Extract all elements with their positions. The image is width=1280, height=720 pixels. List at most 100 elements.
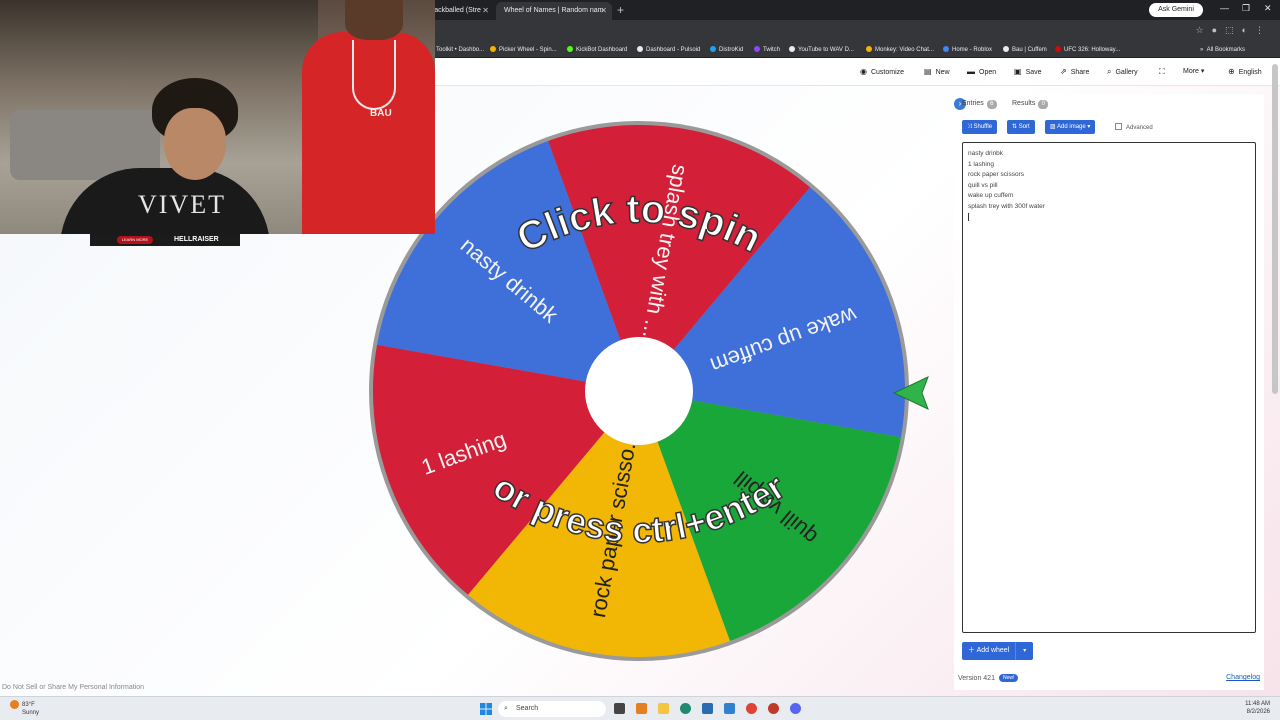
bookmark-item[interactable]: Picker Wheel - Spin... (490, 44, 557, 56)
bookmark-item[interactable]: Twitch (754, 44, 780, 56)
app-icon[interactable] (724, 703, 735, 714)
close-tab-icon[interactable]: ✕ (482, 2, 489, 20)
text-caret (968, 213, 969, 221)
entries-count-badge: 6 (986, 100, 997, 109)
ask-gemini-button[interactable]: Ask Gemini (1149, 3, 1203, 17)
bookmark-item[interactable]: UFC 326: Holloway... (1055, 44, 1120, 56)
version-label: Version 421 New! (958, 674, 1019, 682)
twitch-icon (754, 46, 760, 52)
new-badge: New! (998, 674, 1019, 682)
close-window-icon[interactable]: ✕ (1264, 3, 1272, 14)
list-item: nasty drinbk (968, 150, 1004, 157)
sort-button[interactable]: ⇅ Sort (1007, 120, 1035, 134)
shirt-text: VIVET (138, 190, 226, 219)
wheel-center-hub[interactable] (585, 337, 693, 445)
save-button[interactable]: ▣ Save (1014, 58, 1042, 87)
new-button[interactable]: ▤ New (924, 58, 950, 87)
do-not-sell-link[interactable]: Do Not Sell or Share My Personal Informa… (2, 684, 144, 691)
list-item: rock paper scissors (968, 171, 1024, 178)
app-icon[interactable] (702, 703, 713, 714)
taskbar-search[interactable]: ⌕ Search (498, 701, 606, 717)
learn-more-button[interactable]: LEARN MORE (117, 236, 153, 244)
page-scrollbar[interactable] (1272, 64, 1278, 394)
windows-taskbar: 83°F Sunny ⌕ Search 11:48 AM 8/2/2026 (0, 696, 1280, 720)
add-wheel-button[interactable]: ＋ Add wheel ▾ (962, 642, 1034, 660)
bookmark-icon (567, 46, 573, 52)
chrome-icon[interactable] (746, 703, 757, 714)
bookmark-icon (710, 46, 716, 52)
bookmark-icon (637, 46, 643, 52)
new-tab-icon[interactable]: + (617, 2, 624, 18)
chevron-down-icon: ▾ (1087, 124, 1091, 130)
search-icon: ⌕ (1107, 67, 1112, 76)
pendant-text: BAU (370, 108, 392, 119)
app-icon[interactable] (768, 703, 779, 714)
bookmark-item[interactable]: Toolkit • Dashbo... (436, 44, 484, 56)
ad-banner[interactable]: LEARN MORE HELLRAISER (90, 234, 240, 246)
globe-icon: ⊕ (1228, 67, 1235, 76)
windows-start-icon[interactable] (480, 703, 492, 715)
sort-icon: ⇅ (1012, 124, 1018, 130)
bookmark-icon (490, 46, 496, 52)
tab-results[interactable]: Results 0 (1012, 98, 1049, 110)
share-icon: ⇗ (1060, 67, 1067, 76)
fullscreen-icon: ⛶ (1159, 67, 1165, 76)
bookmark-item[interactable]: Home - Roblox (943, 44, 992, 56)
ad-brand: HELLRAISER (174, 236, 219, 243)
list-item: splash trey with 300f water (968, 202, 1045, 210)
bookmark-item[interactable]: DistroKid (710, 44, 743, 56)
add-image-button[interactable]: ▨ Add image ▾ (1045, 120, 1096, 134)
bookmark-item[interactable]: Dashboard - Pulsoid (637, 44, 700, 56)
system-clock[interactable]: 11:48 AM 8/2/2026 (1245, 700, 1270, 716)
wheel-pointer-icon (892, 376, 929, 410)
streamer-figure: VIVET (60, 78, 270, 234)
results-count-badge: 0 (1038, 100, 1049, 109)
webcam-overlay: VIVET BAU (0, 0, 435, 234)
restore-icon[interactable]: ❐ (1242, 3, 1250, 14)
minimize-icon[interactable]: — (1220, 3, 1229, 13)
wheel[interactable]: splash trey with ... wake up cuffem quill … (368, 120, 910, 662)
more-button[interactable]: More ▾ (1183, 58, 1204, 86)
toolbar-icons[interactable]: ☆●⬚◐⋮ (1196, 25, 1272, 36)
bookmark-icon (1003, 46, 1009, 52)
search-icon: ⌕ (504, 705, 508, 712)
app-icon[interactable] (636, 703, 647, 714)
language-button[interactable]: ⊕ English (1228, 58, 1262, 87)
discord-icon[interactable] (790, 703, 801, 714)
entries-textarea[interactable]: nasty drinbk 1 lashing rock paper scisso… (962, 142, 1256, 633)
ufc-icon (1055, 46, 1061, 52)
list-item: wake up cuffem (968, 192, 1014, 199)
checkbox-icon[interactable] (1115, 123, 1122, 130)
save-icon: ▣ (1014, 67, 1022, 76)
fullscreen-button[interactable]: ⛶ (1159, 58, 1169, 87)
shuffle-button[interactable]: ⤨ Shuffle (962, 120, 998, 134)
chevron-down-icon[interactable]: ▾ (1015, 642, 1033, 660)
image-icon: ▨ (1050, 124, 1056, 130)
wheel-canvas[interactable]: splash trey with ... wake up cuffemquill … (368, 120, 910, 662)
changelog-link[interactable]: Changelog (1226, 674, 1260, 681)
edge-icon[interactable] (680, 703, 691, 714)
customize-button[interactable]: ◉ Customize (860, 58, 904, 87)
file-icon: ▤ (924, 67, 932, 76)
weather-icon (10, 700, 19, 709)
entries-panel: › Entries 6 Results 0 ⤨ Shuffle ⇅ Sort ▨ A… (954, 94, 1264, 690)
advanced-checkbox[interactable]: Advanced (1115, 123, 1153, 132)
share-button[interactable]: ⇗ Share (1060, 58, 1089, 87)
list-item: 1 lashing (968, 160, 995, 168)
open-button[interactable]: ▬ Open (967, 58, 996, 87)
weather-widget[interactable]: 83°F Sunny (10, 700, 39, 717)
close-tab-icon[interactable]: ✕ (600, 2, 607, 20)
file-explorer-icon[interactable] (658, 703, 669, 714)
bookmark-item[interactable]: Bau | Cuffem (1003, 44, 1047, 56)
bookmark-item[interactable]: Monkey: Video Chat... (866, 44, 934, 56)
tab-entries[interactable]: Entries 6 (962, 98, 997, 110)
webcam-left-feed: VIVET (0, 0, 318, 234)
bookmark-icon (789, 46, 795, 52)
gallery-button[interactable]: ⌕ Gallery (1107, 58, 1138, 87)
tab-wheel-of-names[interactable]: Wheel of Names | Random nam ✕ (496, 2, 612, 20)
palette-icon: ◉ (860, 67, 867, 76)
bookmark-item[interactable]: KickBot Dashboard (567, 44, 627, 56)
task-view-icon[interactable] (614, 703, 625, 714)
bookmark-item[interactable]: YouTube to WAV D... (789, 44, 854, 56)
all-bookmarks[interactable]: » All Bookmarks (1200, 44, 1245, 56)
